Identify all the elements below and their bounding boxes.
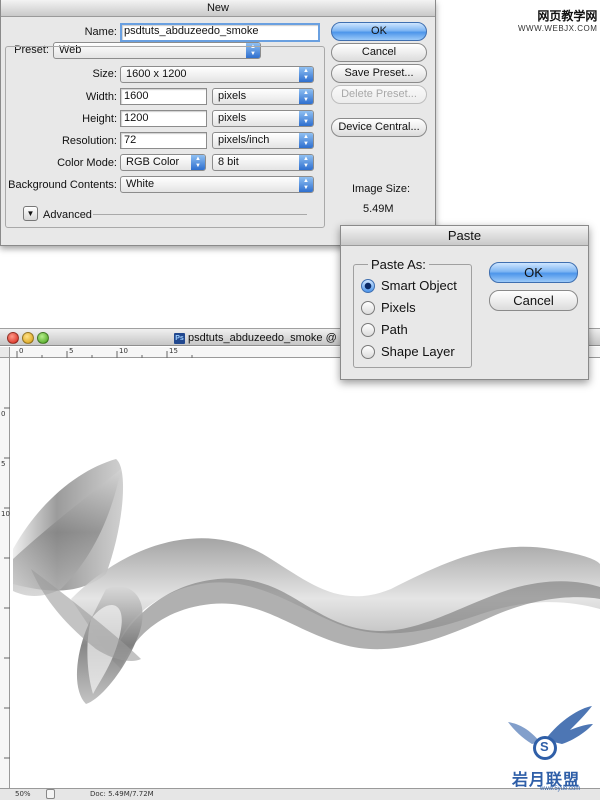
popup-arrows-icon: ▲ ▼ [299,177,313,192]
delete-preset-button[interactable]: Delete Preset... [331,85,427,104]
bottom-watermark: S 岩月联盟 www.5yue.com [500,700,595,795]
paste-dialog-title: Paste [341,226,588,246]
color-mode-select[interactable]: RGB Color ▲ ▼ [120,154,206,171]
ruler-origin[interactable] [0,347,10,358]
paste-as-label: Paste As: [368,257,429,272]
radio-label: Shape Layer [381,344,455,359]
document-title: psdtuts_abduzeedo_smoke @ 50% [188,332,362,344]
save-preset-button[interactable]: Save Preset... [331,64,427,83]
cancel-button[interactable]: Cancel [331,43,427,62]
advanced-disclosure-icon[interactable]: ▼ [23,206,38,221]
size-value: 1600 x 1200 [126,68,187,80]
bit-depth-select[interactable]: 8 bit ▲ ▼ [212,154,314,171]
ruler-h-tick-label: 5 [69,347,74,355]
image-size-label: Image Size: [352,183,411,195]
bit-depth-value: 8 bit [218,156,239,168]
new-document-dialog: New Name: psdtuts_abduzeedo_smoke Preset… [0,0,436,246]
ruler-v-tick-label: 5 [1,460,6,468]
bottom-watermark-url: www.5yue.com [540,786,581,792]
ruler-h-tick-label: 10 [119,347,128,355]
name-field[interactable]: psdtuts_abduzeedo_smoke [120,23,320,42]
height-unit-select[interactable]: pixels ▲ ▼ [212,110,314,127]
width-label: Width: [85,91,117,103]
resolution-unit-select[interactable]: pixels/inch ▲ ▼ [212,132,314,149]
background-contents-label: Background Contents: [8,179,117,191]
background-contents-value: White [126,178,155,190]
device-central-button[interactable]: Device Central... [331,118,427,137]
color-mode-value: RGB Color [126,156,180,168]
zoom-icon[interactable] [37,332,49,344]
radio-unselected-icon[interactable] [361,301,375,315]
resolution-unit-value: pixels/inch [218,134,270,146]
name-label: Name: [84,26,117,38]
photoshop-file-icon: Ps [174,333,185,344]
height-unit-value: pixels [218,112,247,124]
size-label: Size: [92,68,117,80]
width-unit-value: pixels [218,90,247,102]
width-field[interactable]: 1600 [120,88,207,105]
new-dialog-title: New [1,0,435,17]
status-menu-icon[interactable] [46,789,55,799]
paste-dialog: Paste Paste As: Smart Object Pixels Path… [340,225,589,380]
radio-label: Smart Object [381,278,457,293]
size-select[interactable]: 1600 x 1200 ▲ ▼ [120,66,314,83]
ruler-v-tick-label: 0 [1,410,6,418]
background-contents-select[interactable]: White ▲ ▼ [120,176,314,193]
paste-ok-button[interactable]: OK [489,262,578,283]
vertical-ruler[interactable]: 0 5 10 [0,358,10,788]
radio-unselected-icon[interactable] [361,323,375,337]
radio-unselected-icon[interactable] [361,345,375,359]
height-field[interactable]: 1200 [120,110,207,127]
height-label: Height: [82,113,117,125]
top-watermark-line2: WWW.WEBJX.COM [518,24,598,33]
radio-label: Pixels [381,300,416,315]
radio-selected-icon[interactable] [361,279,375,293]
advanced-divider [93,214,307,215]
zoom-level[interactable]: 50% [15,790,31,798]
logo-letter: S [540,739,549,754]
ruler-h-tick-label: 15 [169,347,178,355]
ok-button[interactable]: OK [331,22,427,41]
popup-arrows-icon: ▲ ▼ [299,133,313,148]
color-mode-label: Color Mode: [57,157,117,169]
top-watermark: 网页教学网 WWW.WEBJX.COM [518,7,597,33]
image-size-value: 5.49M [363,203,394,215]
ruler-v-tick-label: 10 [1,510,10,518]
paste-cancel-button[interactable]: Cancel [489,290,578,311]
ruler-h-tick-label: 0 [19,347,24,355]
resolution-field[interactable]: 72 [120,132,207,149]
width-unit-select[interactable]: pixels ▲ ▼ [212,88,314,105]
popup-arrows-icon: ▲ ▼ [299,111,313,126]
vertical-ruler-ticks [4,407,10,759]
resolution-label: Resolution: [61,135,117,147]
top-watermark-line1: 网页教学网 [537,9,598,23]
doc-size-info: Doc: 5.49M/7.72M [90,790,154,798]
minimize-icon[interactable] [22,332,34,344]
advanced-label: Advanced [43,209,92,221]
popup-arrows-icon: ▲ ▼ [299,89,313,104]
close-icon[interactable] [7,332,19,344]
radio-label: Path [381,322,408,337]
popup-arrows-icon: ▲ ▼ [191,155,205,170]
popup-arrows-icon: ▲ ▼ [299,155,313,170]
popup-arrows-icon: ▲ ▼ [299,67,313,82]
